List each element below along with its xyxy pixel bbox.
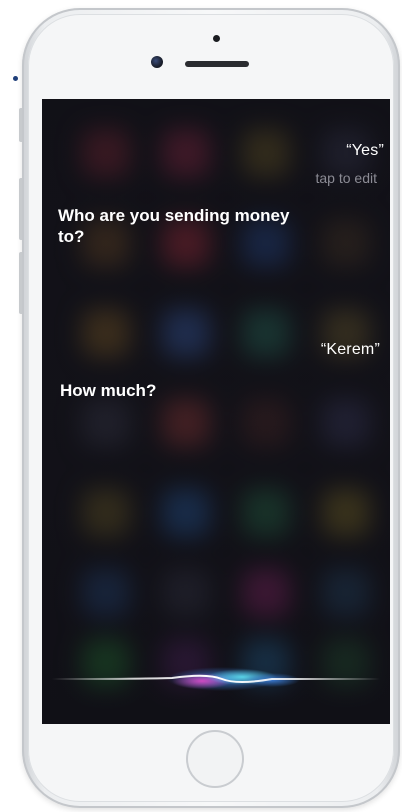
volume-up-button (19, 178, 22, 240)
mute-switch (19, 108, 22, 142)
proximity-sensor (213, 35, 220, 42)
background-dot (13, 76, 18, 81)
earpiece-speaker (185, 61, 249, 67)
volume-down-button (19, 252, 22, 314)
user-reply-kerem[interactable]: “Kerem” (321, 341, 380, 359)
user-reply-yes[interactable]: “Yes” (346, 142, 384, 160)
siri-question-recipient: Who are you sending money to? (58, 206, 290, 246)
dim-overlay (42, 99, 390, 724)
siri-screen: “Yes” tap to edit Who are you sending mo… (42, 99, 390, 724)
front-camera-icon (151, 56, 163, 68)
tap-to-edit-hint[interactable]: tap to edit (316, 170, 378, 186)
home-button[interactable] (186, 730, 244, 788)
siri-question-amount: How much? (60, 381, 157, 400)
siri-waveform-icon[interactable] (42, 659, 390, 699)
iphone-frame: “Yes” tap to edit Who are you sending mo… (19, 8, 400, 808)
